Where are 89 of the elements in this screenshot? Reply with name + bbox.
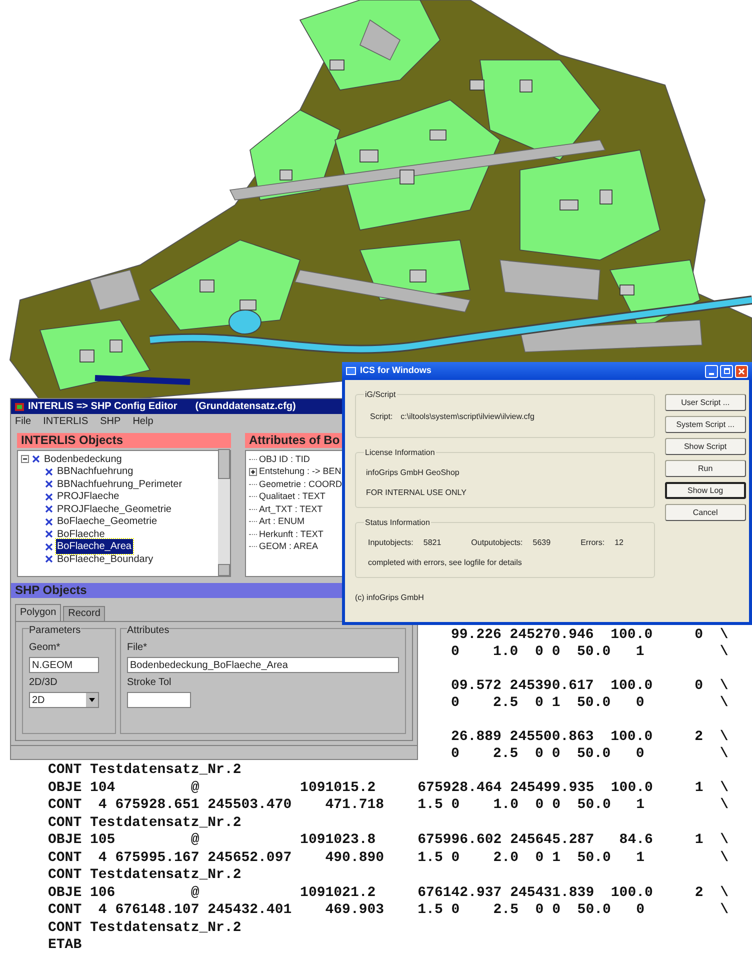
status-message: completed with errors, see logfile for details (367, 557, 523, 569)
tree-item[interactable]: BoFlaeche_Geometrie (56, 514, 158, 530)
listing-line: CONT 4 675928.651 245503.470 471.718 1.5 0 1.0 0 0 50.0 1 \ (48, 797, 729, 814)
tree-item[interactable]: PROJFlaeche (56, 489, 120, 504)
class-icon (45, 518, 53, 526)
stroke-tolerance-field[interactable] (127, 692, 191, 708)
dialog-button[interactable]: Cancel (664, 504, 746, 521)
attribute-item[interactable]: Art : ENUM (259, 515, 305, 528)
license-text: infoGrips GmbH GeoShop (365, 467, 460, 479)
menu-item[interactable]: SHP (100, 414, 121, 429)
listing-line: CONT Testdatensatz_Nr.2 (48, 920, 242, 937)
scrollbar[interactable] (218, 451, 230, 576)
attribute-item[interactable]: Entstehung : -> BEN (259, 465, 342, 478)
expander-icon[interactable] (249, 468, 257, 476)
tab[interactable]: Record (63, 606, 106, 621)
tree-item[interactable]: Bodenbedeckung (43, 452, 123, 467)
listing-line: CONT 4 675995.167 245652.097 490.890 1.5 0 2.0 0 1 50.0 1 \ (48, 850, 729, 867)
status-label: Errors: (580, 537, 605, 549)
close-button[interactable] (735, 364, 748, 378)
file-name: (Grunddatensatz.cfg) (195, 400, 296, 414)
close-icon (738, 368, 745, 374)
status-value: 12 (614, 537, 624, 549)
class-icon (45, 468, 53, 476)
field-label: Geom* (29, 641, 62, 655)
field-label: Stroke Tol (127, 676, 172, 690)
app-icon (15, 402, 24, 410)
window-title: ICS for Windows (360, 364, 432, 378)
field-label: 2D/3D (29, 676, 58, 690)
class-icon (45, 555, 53, 564)
tree-item[interactable]: BBNachfuehrung (56, 464, 134, 480)
dimension-dropdown[interactable]: 2D (29, 692, 99, 708)
caret-icon (86, 693, 98, 707)
class-icon (32, 455, 40, 464)
tree-item[interactable]: BoFlaeche_Boundary (56, 552, 154, 567)
attribute-item[interactable]: Herkunft : TEXT (259, 528, 324, 541)
class-icon (45, 542, 53, 551)
window-title: INTERLIS => SHP Config Editor (28, 400, 178, 414)
expander-icon[interactable] (21, 455, 29, 464)
license-text: FOR INTERNAL USE ONLY (365, 487, 468, 499)
tab[interactable]: Polygon (15, 604, 62, 621)
listing-line: CONT Testdatensatz_Nr.2 (48, 867, 242, 884)
class-icon (45, 530, 53, 538)
maximize-button[interactable] (720, 364, 733, 378)
tree-item[interactable]: BoFlaeche_Area (56, 539, 132, 554)
script-label: Script: (370, 411, 393, 423)
group-title: iG/Script (364, 389, 397, 401)
menu-item[interactable]: Help (132, 414, 154, 429)
listing-line: CONT Testdatensatz_Nr.2 (48, 762, 242, 780)
attribute-item[interactable]: Art_TXT : TEXT (259, 502, 323, 516)
tree-item[interactable]: BoFlaeche (56, 526, 106, 542)
listing-line: 09.572 245390.617 100.0 0 \ (451, 678, 728, 695)
dialog-button[interactable]: System Script ... (664, 416, 746, 433)
menu-item[interactable]: INTERLIS (43, 414, 88, 429)
class-icon (45, 480, 53, 488)
panel-header: INTERLIS Objects (17, 433, 231, 448)
listing-line: CONT 4 676148.107 245432.401 469.903 1.5 0 2.5 0 0 50.0 0 \ (48, 902, 729, 920)
geom-field[interactable]: N.GEOM (29, 657, 99, 673)
status-label: Inputobjects: (368, 537, 414, 549)
file-field[interactable]: Bodenbedeckung_BoFlaeche_Area (127, 657, 399, 673)
listing-line: 26.889 245500.863 100.0 2 \ (451, 729, 728, 746)
listing-line: OBJE 105 @ 1091023.8 675996.602 245645.287 84.6 1 \ (48, 832, 729, 850)
dialog-button[interactable]: User Script ... (664, 394, 746, 411)
listing-line: 0 2.5 0 0 50.0 0 \ (451, 746, 728, 763)
class-icon (45, 492, 53, 501)
class-icon (45, 505, 53, 514)
dialog-button[interactable]: Show Script (664, 438, 746, 455)
status-label: Outputobjects: (471, 537, 523, 549)
listing-line: OBJE 106 @ 1091021.2 676142.937 245431.839 100.0 2 \ (48, 884, 729, 902)
dialog-button[interactable]: Show Log (664, 482, 746, 499)
app-icon (346, 367, 356, 375)
listing-line: ETAB (48, 937, 82, 954)
minimize-button[interactable] (705, 364, 718, 378)
attribute-item[interactable]: OBJ ID : TID (259, 452, 310, 466)
dialog-button[interactable]: Run (664, 460, 746, 477)
tree-item[interactable]: PROJFlaeche_Geometrie (56, 502, 172, 517)
listing-line: CONT Testdatensatz_Nr.2 (48, 814, 242, 832)
attribute-item[interactable]: GEOM : AREA (259, 540, 318, 554)
listing-line: 0 2.5 0 1 50.0 0 \ (451, 695, 728, 712)
status-value: 5821 (423, 537, 442, 549)
listing-line: OBJE 104 @ 1091015.2 675928.464 245499.935 100.0 1 \ (48, 780, 729, 797)
menu-item[interactable]: File (15, 414, 32, 429)
status-value: 5639 (532, 537, 551, 549)
tree-item[interactable]: BBNachfuehrung_Perimeter (56, 476, 184, 492)
attribute-item[interactable]: Geometrie : COORD (259, 478, 342, 491)
listing-line: 99.226 245270.946 100.0 0 \ (451, 627, 728, 644)
field-label: File* (127, 641, 148, 655)
script-path: c:\iltools\system\script\ilview\ilview.cfg (400, 411, 534, 423)
attribute-item[interactable]: Qualitaet : TEXT (259, 490, 326, 504)
listing-line: 0 1.0 0 0 50.0 1 \ (451, 644, 728, 661)
